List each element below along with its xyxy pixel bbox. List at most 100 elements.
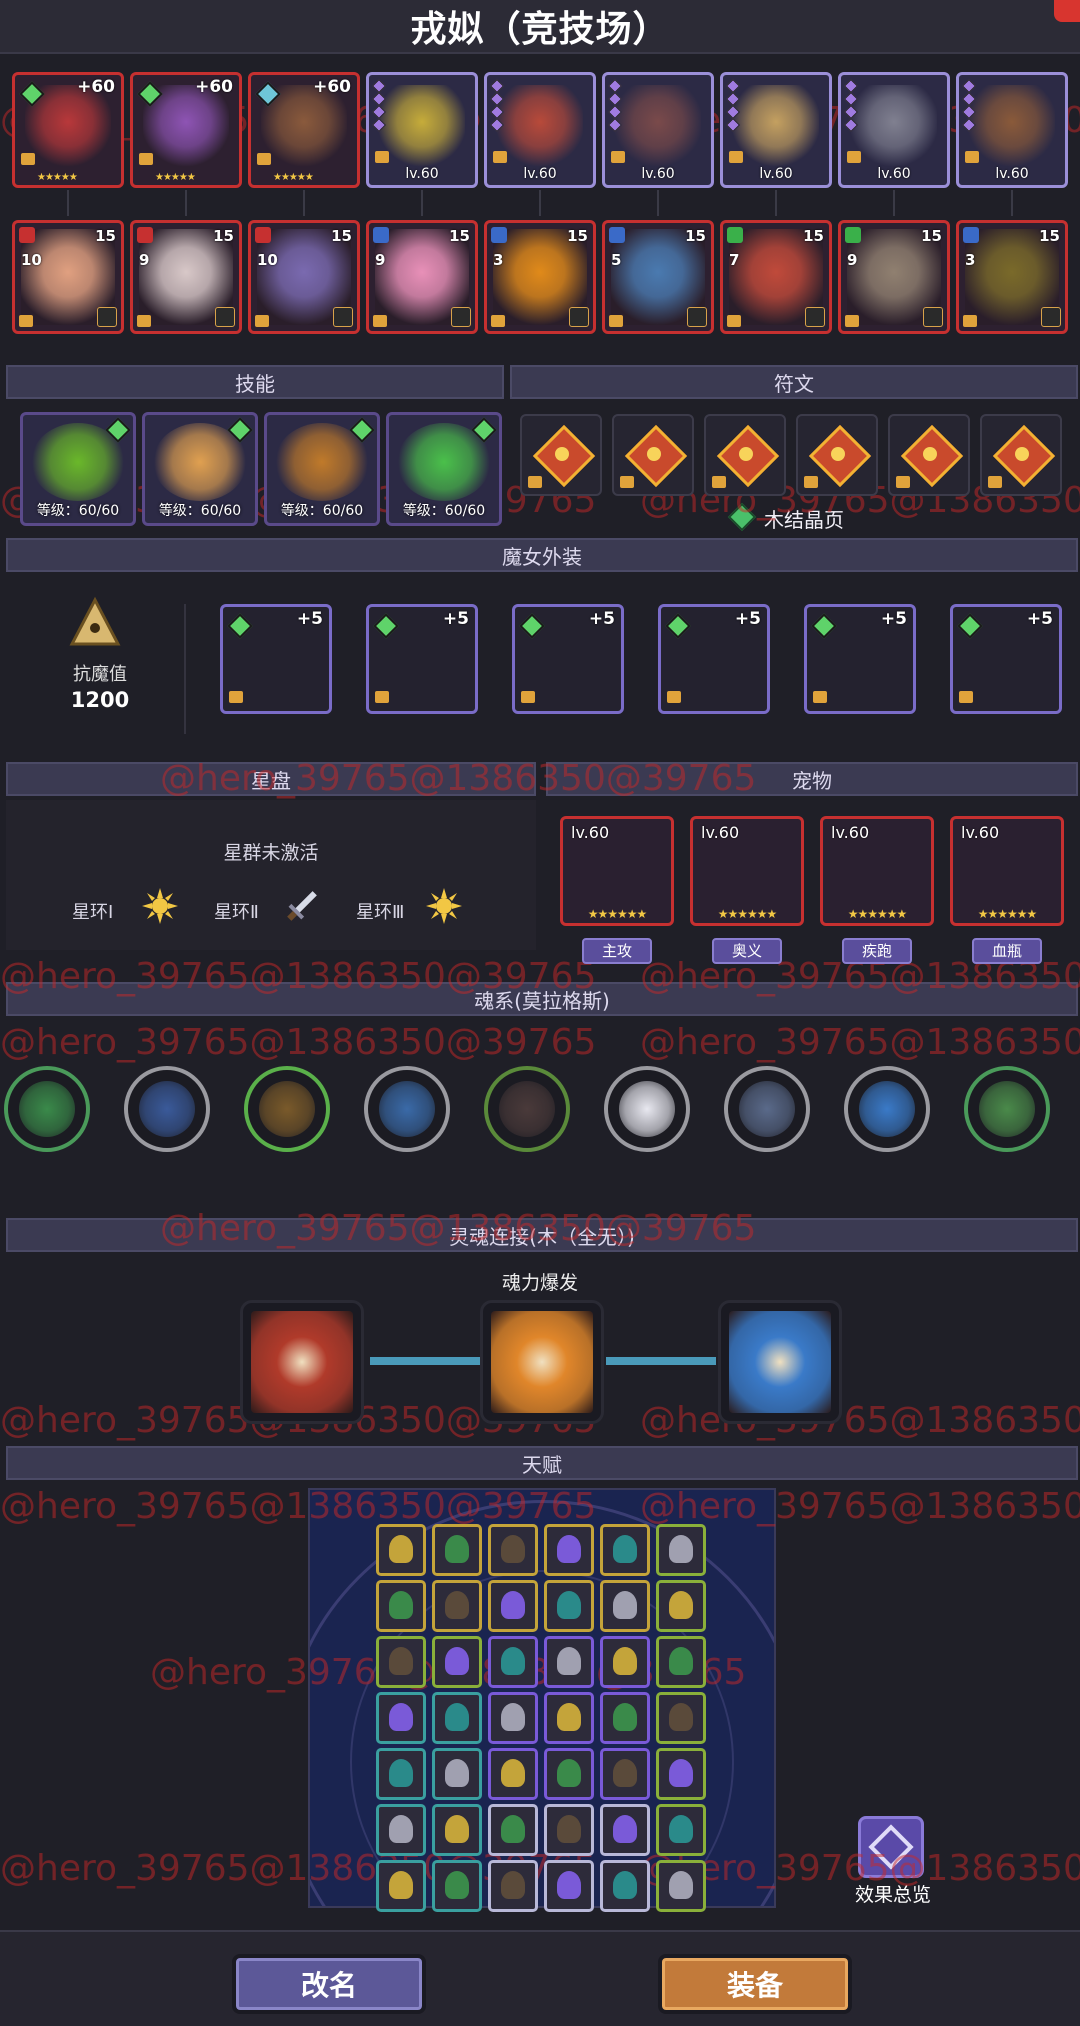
rune-slot[interactable] <box>796 414 878 496</box>
rune-slot[interactable] <box>888 414 970 496</box>
costume-slot[interactable]: +5 <box>658 604 770 714</box>
talent-node[interactable] <box>488 1804 538 1856</box>
costume-slot[interactable]: +5 <box>512 604 624 714</box>
rune-slot[interactable] <box>612 414 694 496</box>
skill-slot[interactable]: 等级：60/60 <box>20 412 136 526</box>
soul-node[interactable] <box>724 1066 810 1152</box>
soul-link-node[interactable] <box>718 1300 842 1424</box>
talent-node[interactable] <box>488 1748 538 1800</box>
soul-node[interactable] <box>604 1066 690 1152</box>
talent-node[interactable] <box>488 1636 538 1688</box>
talent-node[interactable] <box>656 1692 706 1744</box>
overview-icon[interactable] <box>858 1816 924 1878</box>
soul-node[interactable] <box>244 1066 330 1152</box>
talent-node[interactable] <box>544 1636 594 1688</box>
talent-node[interactable] <box>376 1748 426 1800</box>
talent-node[interactable] <box>376 1692 426 1744</box>
talent-node[interactable] <box>656 1748 706 1800</box>
soul-link-node[interactable] <box>480 1300 604 1424</box>
pet-card[interactable]: lv.60 ★★★★★★ <box>560 816 674 926</box>
talent-node[interactable] <box>600 1636 650 1688</box>
equipment-slot[interactable]: lv.60 <box>602 72 714 188</box>
talent-node[interactable] <box>488 1524 538 1576</box>
equipment-slot[interactable]: lv.60 <box>838 72 950 188</box>
talent-node[interactable] <box>376 1804 426 1856</box>
talent-node[interactable] <box>376 1580 426 1632</box>
talent-node[interactable] <box>600 1748 650 1800</box>
hero-card[interactable]: 10 15 <box>12 220 124 334</box>
talent-node[interactable] <box>600 1692 650 1744</box>
soul-link-node[interactable] <box>240 1300 364 1424</box>
talent-node[interactable] <box>656 1860 706 1912</box>
soul-node[interactable] <box>964 1066 1050 1152</box>
talent-node[interactable] <box>656 1580 706 1632</box>
talent-node[interactable] <box>544 1804 594 1856</box>
rune-slot[interactable] <box>704 414 786 496</box>
talent-node[interactable] <box>600 1580 650 1632</box>
talent-node[interactable] <box>432 1636 482 1688</box>
overview-label[interactable]: 效果总览 <box>838 1880 948 1907</box>
close-icon[interactable] <box>1054 0 1080 22</box>
sun-icon[interactable] <box>140 886 180 926</box>
talent-node[interactable] <box>432 1524 482 1576</box>
costume-slot[interactable]: +5 <box>804 604 916 714</box>
equipment-slot[interactable]: lv.60 <box>366 72 478 188</box>
talent-node[interactable] <box>544 1580 594 1632</box>
talent-node[interactable] <box>432 1692 482 1744</box>
equipment-slot[interactable]: lv.60 <box>720 72 832 188</box>
equip-button[interactable]: 装备 <box>658 1954 852 2014</box>
sword-icon[interactable] <box>282 886 322 926</box>
equipment-slot[interactable]: lv.60 <box>484 72 596 188</box>
soul-node[interactable] <box>4 1066 90 1152</box>
skill-slot[interactable]: 等级：60/60 <box>142 412 258 526</box>
costume-slot[interactable]: +5 <box>950 604 1062 714</box>
talent-node[interactable] <box>432 1748 482 1800</box>
soul-node[interactable] <box>124 1066 210 1152</box>
talent-node[interactable] <box>376 1860 426 1912</box>
pet-card[interactable]: lv.60 ★★★★★★ <box>820 816 934 926</box>
equipment-slot[interactable]: +60 ★★★★★ <box>130 72 242 188</box>
talent-node[interactable] <box>600 1860 650 1912</box>
pet-card[interactable]: lv.60 ★★★★★★ <box>950 816 1064 926</box>
hero-card[interactable]: 3 15 <box>484 220 596 334</box>
talent-node[interactable] <box>656 1636 706 1688</box>
equipment-slot[interactable]: +60 ★★★★★ <box>248 72 360 188</box>
talent-node[interactable] <box>432 1860 482 1912</box>
equipment-slot[interactable]: +60 ★★★★★ <box>12 72 124 188</box>
talent-node[interactable] <box>656 1524 706 1576</box>
talent-node[interactable] <box>656 1804 706 1856</box>
talent-node[interactable] <box>432 1804 482 1856</box>
talent-node[interactable] <box>544 1524 594 1576</box>
talent-node[interactable] <box>376 1524 426 1576</box>
talent-node[interactable] <box>600 1804 650 1856</box>
talent-node[interactable] <box>544 1860 594 1912</box>
hero-card[interactable]: 7 15 <box>720 220 832 334</box>
hero-card[interactable]: 9 15 <box>838 220 950 334</box>
hero-card[interactable]: 5 15 <box>602 220 714 334</box>
talent-node[interactable] <box>600 1524 650 1576</box>
talent-node[interactable] <box>544 1692 594 1744</box>
talent-node[interactable] <box>488 1860 538 1912</box>
hero-card[interactable]: 3 15 <box>956 220 1068 334</box>
costume-slot[interactable]: +5 <box>366 604 478 714</box>
rename-button[interactable]: 改名 <box>232 1954 426 2014</box>
talent-node[interactable] <box>488 1692 538 1744</box>
soul-node[interactable] <box>844 1066 930 1152</box>
hero-card[interactable]: 9 15 <box>130 220 242 334</box>
equipment-slot[interactable]: lv.60 <box>956 72 1068 188</box>
talent-node[interactable] <box>432 1580 482 1632</box>
skill-slot[interactable]: 等级：60/60 <box>264 412 380 526</box>
costume-slot[interactable]: +5 <box>220 604 332 714</box>
soul-node[interactable] <box>484 1066 570 1152</box>
skill-slot[interactable]: 等级：60/60 <box>386 412 502 526</box>
rune-slot[interactable] <box>980 414 1062 496</box>
rune-slot[interactable] <box>520 414 602 496</box>
sun-icon[interactable] <box>424 886 464 926</box>
hero-card[interactable]: 10 15 <box>248 220 360 334</box>
talent-node[interactable] <box>488 1580 538 1632</box>
talent-node[interactable] <box>544 1748 594 1800</box>
talent-node[interactable] <box>376 1636 426 1688</box>
soul-node[interactable] <box>364 1066 450 1152</box>
pet-card[interactable]: lv.60 ★★★★★★ <box>690 816 804 926</box>
hero-card[interactable]: 9 15 <box>366 220 478 334</box>
